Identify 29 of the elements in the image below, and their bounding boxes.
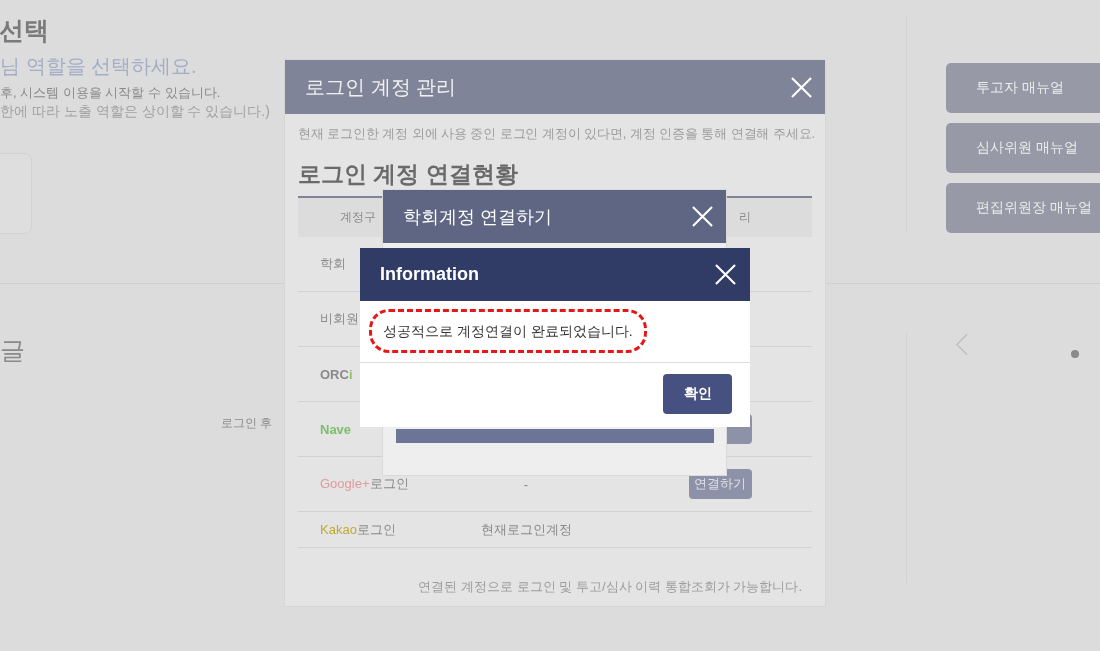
close-icon[interactable] [692, 206, 713, 227]
description-text: 현재 로그인한 계정 외에 사용 중인 로그인 계정이 있다면, 계정 인증을 통해 연결해 주세요. [298, 125, 812, 143]
footer-note: 연결된 계정으로 로그인 및 투고/심사 이력 통합조회가 가능합니다. [417, 578, 803, 596]
table-cell: 학회 [320, 256, 346, 271]
section-heading: 로그인 계정 연결현황 [298, 160, 519, 189]
section-title: 글 [0, 335, 25, 366]
dialog-title: 학회계정 연결하기 [403, 205, 552, 229]
table-cell: Nave [320, 421, 352, 437]
confirm-button[interactable]: 확인 [663, 374, 732, 414]
table-cell: 현재로그인계정 [480, 521, 572, 537]
manual-button[interactable]: 심사위원 매뉴얼 [946, 123, 1100, 173]
pager-dot-icon[interactable] [1071, 350, 1079, 358]
table-cell: - [523, 476, 529, 492]
dialog-title: Information [380, 264, 479, 285]
column-header: 리 [739, 209, 751, 226]
manual-button[interactable]: 투고자 매뉴얼 [946, 63, 1100, 113]
page-title: 선택 [0, 15, 49, 46]
page-subtitle: 님 역할을 선택하세요. [0, 54, 197, 79]
close-icon[interactable] [715, 264, 736, 285]
chevron-left-icon[interactable] [955, 333, 968, 356]
table-cell: Google+로그인 [320, 476, 409, 491]
note-text: 후, 시스템 이용을 시작할 수 있습니다. [0, 84, 221, 102]
message-text: 성공적으로 계정연결이 완료되었습니다. [383, 323, 633, 339]
hint-text: 로그인 후 [221, 415, 273, 432]
table-cell: 비회원 [320, 311, 359, 326]
table-cell: ORCi [320, 366, 353, 382]
table-cell: Kakao로그인 [320, 521, 396, 537]
manual-button[interactable]: 편집위원장 매뉴얼 [946, 183, 1100, 233]
dialog-title: 로그인 계정 관리 [305, 74, 457, 100]
